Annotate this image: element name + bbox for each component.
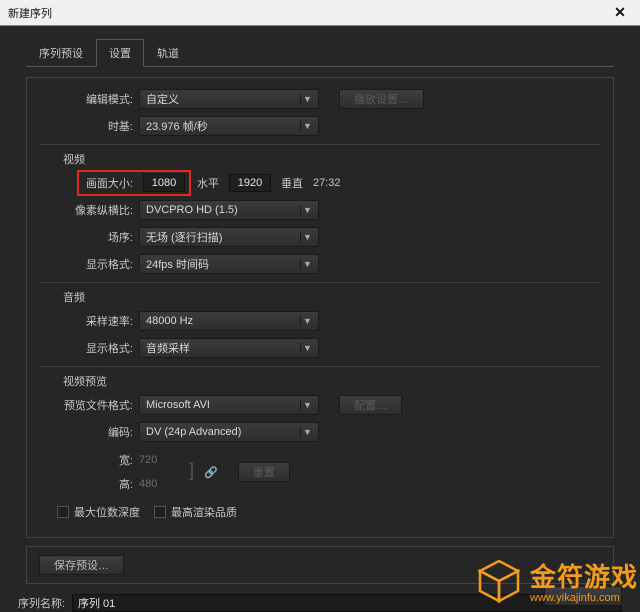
fields-value: 无场 (逐行扫描) — [146, 229, 222, 245]
checkbox-box-icon — [57, 506, 69, 518]
edit-mode-label: 编辑模式: — [27, 91, 139, 107]
sequence-name-row: 序列名称: — [18, 594, 622, 612]
max-quality-checkbox[interactable]: 最高渲染品质 — [154, 504, 237, 520]
sequence-name-input[interactable] — [72, 594, 622, 612]
width-label: 宽: — [27, 452, 139, 468]
preview-format-label: 预览文件格式: — [27, 397, 139, 413]
chevron-down-icon: ▼ — [300, 400, 314, 410]
save-preset-panel: 保存预设… — [26, 546, 614, 584]
audio-section-title: 音频 — [63, 289, 613, 305]
max-quality-label: 最高渲染品质 — [171, 504, 237, 520]
bottom-button[interactable] — [544, 586, 622, 606]
timebase-label: 时基: — [27, 118, 139, 134]
fields-dropdown[interactable]: 无场 (逐行扫描) ▼ — [139, 227, 319, 247]
frame-size-highlight: 画面大小: — [77, 170, 191, 196]
par-value: DVCPRO HD (1.5) — [146, 204, 238, 216]
edit-mode-value: 自定义 — [146, 91, 179, 107]
tab-strip: 序列预设 设置 轨道 — [26, 38, 614, 67]
checkbox-box-icon — [154, 506, 166, 518]
settings-panel: 编辑模式: 自定义 ▼ 播放设置… 时基: 23.976 帧/秒 ▼ 视频 画面… — [26, 77, 614, 538]
adisplay-dropdown[interactable]: 音频采样 ▼ — [139, 338, 319, 358]
link-icon[interactable]: 🔗 — [204, 466, 218, 479]
chevron-down-icon: ▼ — [300, 316, 314, 326]
save-preset-button[interactable]: 保存预设… — [39, 555, 124, 575]
adisplay-value: 音频采样 — [146, 340, 190, 356]
fields-label: 场序: — [27, 229, 139, 245]
chevron-down-icon: ▼ — [300, 121, 314, 131]
vdisplay-label: 显示格式: — [27, 256, 139, 272]
sample-rate-label: 采样速率: — [27, 313, 139, 329]
window-title: 新建序列 — [8, 5, 52, 21]
adisplay-label: 显示格式: — [27, 340, 139, 356]
chevron-down-icon: ▼ — [300, 205, 314, 215]
tab-tracks[interactable]: 轨道 — [144, 39, 192, 67]
aspect-display: 27:32 — [313, 177, 341, 189]
sample-rate-dropdown[interactable]: 48000 Hz ▼ — [139, 311, 319, 331]
bracket-icon: ] — [189, 460, 194, 485]
frame-height-input[interactable] — [229, 174, 271, 192]
preview-format-value: Microsoft AVI — [146, 399, 210, 411]
video-section-title: 视频 — [63, 151, 613, 167]
titlebar: 新建序列 ✕ — [0, 0, 640, 26]
tab-preset[interactable]: 序列预设 — [26, 39, 96, 67]
par-label: 像素纵横比: — [27, 202, 139, 218]
chevron-down-icon: ▼ — [300, 232, 314, 242]
playback-settings-button[interactable]: 播放设置… — [339, 89, 424, 109]
codec-value: DV (24p Advanced) — [146, 426, 241, 438]
tab-settings[interactable]: 设置 — [96, 39, 144, 67]
vertical-label: 垂直 — [281, 175, 303, 191]
chevron-down-icon: ▼ — [300, 427, 314, 437]
chevron-down-icon: ▼ — [300, 343, 314, 353]
par-dropdown[interactable]: DVCPRO HD (1.5) ▼ — [139, 200, 319, 220]
frame-size-label: 画面大小: — [81, 175, 137, 191]
sample-rate-value: 48000 Hz — [146, 315, 193, 327]
max-bitdepth-label: 最大位数深度 — [74, 504, 140, 520]
sequence-name-label: 序列名称: — [18, 595, 72, 611]
edit-mode-dropdown[interactable]: 自定义 ▼ — [139, 89, 319, 109]
preview-section-title: 视频预览 — [63, 373, 613, 389]
max-bitdepth-checkbox[interactable]: 最大位数深度 — [57, 504, 140, 520]
codec-label: 编码: — [27, 424, 139, 440]
width-value: 720 — [139, 454, 179, 466]
frame-width-input[interactable] — [143, 174, 185, 192]
codec-dropdown[interactable]: DV (24p Advanced) ▼ — [139, 422, 319, 442]
chevron-down-icon: ▼ — [300, 94, 314, 104]
preview-format-dropdown[interactable]: Microsoft AVI ▼ — [139, 395, 319, 415]
horizontal-label: 水平 — [197, 175, 219, 191]
timebase-value: 23.976 帧/秒 — [146, 118, 208, 134]
configure-button[interactable]: 配置… — [339, 395, 402, 415]
height-value: 480 — [139, 478, 179, 490]
close-icon[interactable]: ✕ — [604, 3, 636, 23]
chevron-down-icon: ▼ — [300, 259, 314, 269]
vdisplay-dropdown[interactable]: 24fps 时间码 ▼ — [139, 254, 319, 274]
reset-button[interactable]: 重置 — [238, 462, 290, 482]
vdisplay-value: 24fps 时间码 — [146, 256, 209, 272]
height-label: 高: — [27, 476, 139, 492]
timebase-dropdown[interactable]: 23.976 帧/秒 ▼ — [139, 116, 319, 136]
